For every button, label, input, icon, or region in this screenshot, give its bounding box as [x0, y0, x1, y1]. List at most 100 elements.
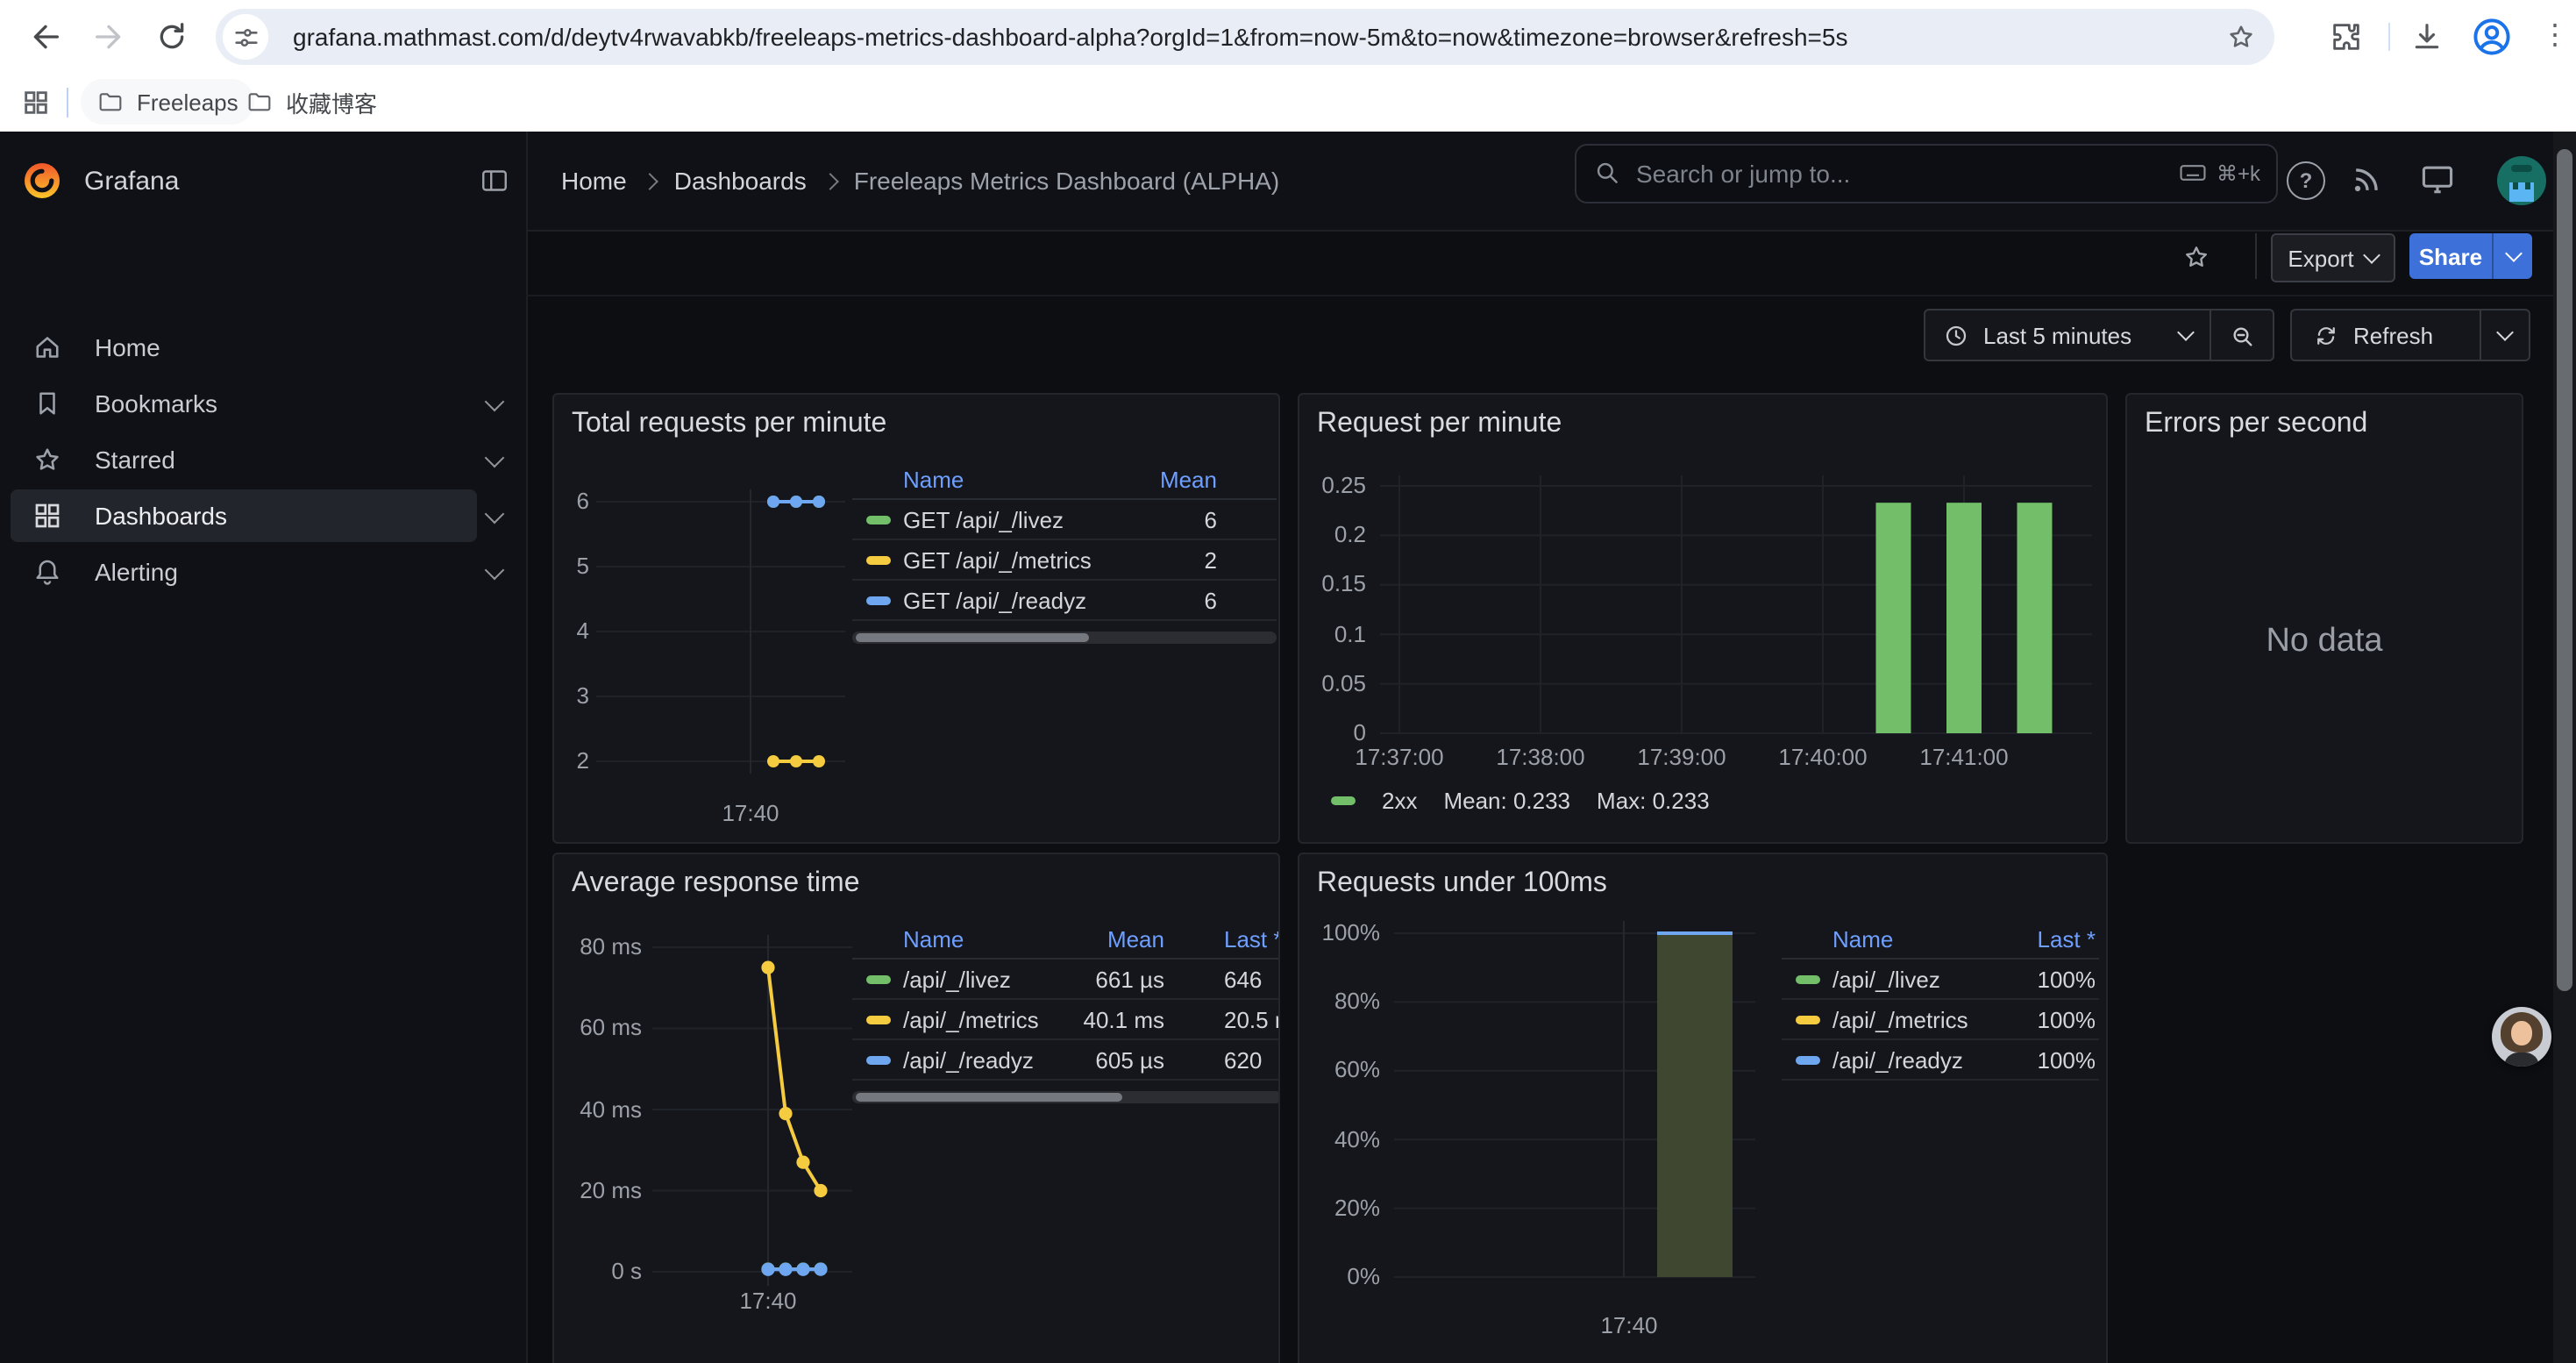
bookmark-folder-blogs[interactable]: 收藏博客 [230, 79, 393, 125]
grafana-header: Grafana Home Dashboards Freeleaps Metric… [0, 132, 2576, 232]
user-avatar[interactable] [2497, 156, 2546, 205]
help-icon[interactable]: ? [2287, 161, 2325, 200]
legend-header-mean[interactable]: Mean [1160, 467, 1217, 493]
legend-row: GET /api/_/livez 6 [852, 500, 1277, 540]
refresh-button[interactable]: Refresh [2290, 309, 2530, 361]
legend-table: Name Mean GET /api/_/livez 6 GET /api/_/… [852, 461, 1277, 644]
assistant-avatar[interactable] [2492, 1007, 2551, 1067]
axis-tick-label: 0.2 [1299, 521, 1366, 549]
series-swatch[interactable] [1796, 974, 1820, 983]
axis-tick-label: 20% [1303, 1195, 1380, 1223]
axis-tick-label: 17:40 [1576, 1312, 1682, 1340]
legend-header-last[interactable]: Last * [1224, 926, 1280, 953]
series-swatch[interactable] [866, 515, 891, 524]
breadcrumb-home[interactable]: Home [561, 167, 627, 195]
chevron-down-icon[interactable] [485, 392, 505, 412]
axis-tick-label: 100% [1303, 919, 1380, 947]
kebab-menu-icon[interactable]: ⋮ [2541, 19, 2558, 54]
search-box[interactable]: ⌘+k [1575, 144, 2278, 203]
export-button[interactable]: Export [2271, 233, 2395, 282]
refresh-interval-button[interactable] [2481, 332, 2529, 339]
breadcrumb: Home Dashboards Freeleaps Metrics Dashbo… [561, 132, 1279, 230]
axis-tick-label: 60 ms [558, 1015, 642, 1043]
panel-total-requests: Total requests per minute 6543217:40 Nam… [552, 393, 1280, 844]
axis-tick-label: 17:40 [698, 800, 803, 828]
reload-icon[interactable] [154, 19, 189, 54]
series-swatch[interactable] [1796, 1015, 1820, 1024]
legend-header: Name Last * [1782, 921, 2099, 960]
share-options-button[interactable] [2492, 233, 2532, 279]
extensions-icon[interactable] [2329, 19, 2364, 54]
zoom-out-button[interactable] [2211, 322, 2273, 348]
scrollbar-thumb[interactable] [2557, 149, 2572, 991]
axis-tick-label: 5 [554, 553, 589, 581]
legend-table: Name Last * /api/_/livez 100% /api/_/met… [1782, 921, 2099, 1081]
legend-header-name[interactable]: Name [1832, 926, 1893, 953]
apps-grid-icon[interactable] [21, 88, 51, 118]
axis-tick-label: 17:41:00 [1903, 744, 2025, 772]
series-swatch[interactable] [866, 555, 891, 564]
sidebar-item-home[interactable]: Home [11, 321, 477, 374]
profile-icon[interactable] [2469, 14, 2515, 60]
panel-title[interactable]: Errors per second [2145, 409, 2367, 440]
axis-tick-label: 0% [1303, 1263, 1380, 1291]
bookmark-star-icon[interactable] [2225, 21, 2257, 53]
chart-request-per-minute: 0.250.20.150.10.05017:37:0017:38:0017:39… [1299, 395, 2106, 842]
grafana-brand: Grafana [0, 132, 528, 230]
chevron-down-icon[interactable] [485, 448, 505, 468]
legend-header-last[interactable]: Last * [2038, 926, 2096, 953]
download-icon[interactable] [2409, 19, 2444, 54]
sidebar-item-bookmarks[interactable]: Bookmarks [11, 377, 477, 430]
address-bar[interactable]: grafana.mathmast.com/d/deytv4rwavabkb/fr… [216, 9, 2274, 65]
chevron-down-icon[interactable] [485, 504, 505, 525]
series-swatch[interactable] [1331, 796, 1356, 805]
sidebar-item-dashboards[interactable]: Dashboards [11, 489, 477, 542]
series-swatch[interactable] [1796, 1055, 1820, 1064]
keyboard-icon [2178, 158, 2208, 188]
axis-tick-label: 3 [554, 682, 589, 710]
series-name[interactable]: 2xx [1382, 788, 1417, 814]
chevron-down-icon[interactable] [485, 560, 505, 581]
back-icon[interactable] [28, 19, 63, 54]
legend-header-name[interactable]: Name [903, 467, 964, 493]
sidebar-item-alerting[interactable]: Alerting [11, 546, 477, 598]
folder-icon [246, 88, 274, 116]
bookmark-label: 收藏博客 [286, 85, 377, 118]
url-text[interactable]: grafana.mathmast.com/d/deytv4rwavabkb/fr… [293, 9, 1847, 65]
series-mean: Mean: 0.233 [1443, 788, 1570, 814]
time-range-picker[interactable]: Last 5 minutes [1924, 309, 2274, 361]
forward-icon[interactable] [91, 19, 126, 54]
screen-share-icon[interactable] [2418, 160, 2460, 202]
series-swatch[interactable] [866, 974, 891, 983]
legend-row: /api/_/readyz 605 µs 620 [852, 1040, 1280, 1081]
share-button[interactable]: Share [2409, 233, 2492, 279]
search-input[interactable] [1633, 146, 2078, 202]
legend-header-mean[interactable]: Mean [1107, 926, 1164, 953]
page-scrollbar[interactable] [2553, 132, 2576, 1363]
legend-header-name[interactable]: Name [903, 926, 964, 953]
sidebar-item-starred[interactable]: Starred [11, 433, 477, 486]
bookmark-folder-freeleaps[interactable]: Freeleaps [81, 79, 254, 125]
series-swatch[interactable] [866, 1055, 891, 1064]
series-swatch[interactable] [866, 1015, 891, 1024]
axis-tick-label: 0.25 [1299, 472, 1366, 500]
toolbar-divider [2388, 23, 2390, 51]
legend-scrollbar[interactable] [852, 632, 1277, 644]
zoom-out-icon [2229, 322, 2255, 348]
tune-icon[interactable] [223, 14, 268, 60]
legend-scrollbar[interactable] [852, 1091, 1280, 1103]
axis-tick-label: 60% [1303, 1057, 1380, 1085]
grafana-logo[interactable] [21, 160, 63, 202]
breadcrumb-dashboards[interactable]: Dashboards [674, 167, 807, 195]
legend-row: /api/_/metrics 100% [1782, 1000, 2099, 1040]
axis-tick-label: 17:38:00 [1479, 744, 1602, 772]
axis-tick-label: 20 ms [558, 1177, 642, 1205]
panel-requests-under-100ms: Requests under 100ms 100%80%60%40%20%0%1… [1298, 853, 2108, 1363]
bookmark-icon [32, 388, 63, 419]
legend-table: Name Mean Last * /api/_/livez 661 µs 646… [852, 921, 1280, 1103]
news-rss-icon[interactable] [2348, 160, 2390, 202]
series-max: Max: 0.233 [1597, 788, 1710, 814]
series-swatch[interactable] [866, 596, 891, 604]
favorite-star-icon[interactable] [2181, 242, 2211, 272]
sidebar-toggle-icon[interactable] [479, 165, 510, 196]
